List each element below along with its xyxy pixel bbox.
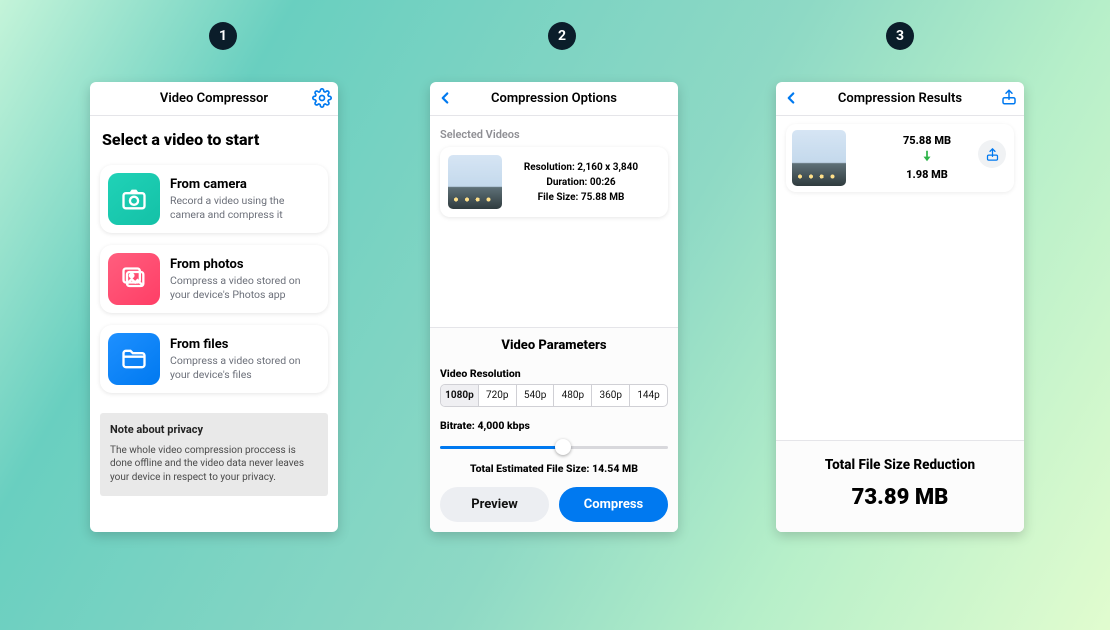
- option-from-camera[interactable]: From camera Record a video using the cam…: [100, 165, 328, 233]
- option-from-files[interactable]: From files Compress a video stored on yo…: [100, 325, 328, 393]
- share-icon[interactable]: [1000, 88, 1018, 110]
- note-title: Note about privacy: [110, 423, 318, 438]
- meta-value: 00:26: [590, 177, 616, 188]
- step-badge-1: 1: [209, 22, 237, 50]
- selected-video-card[interactable]: Resolution: 2,160 x 3,840 Duration: 00:2…: [440, 147, 668, 217]
- step-badge-3: 3: [886, 22, 914, 50]
- video-meta: Resolution: 2,160 x 3,840 Duration: 00:2…: [502, 160, 660, 205]
- video-parameters-panel: Video Parameters Video Resolution 1080p …: [430, 327, 678, 532]
- option-desc: Record a video using the camera and comp…: [170, 194, 320, 220]
- option-title: From files: [170, 337, 320, 352]
- slider-fill: [440, 446, 563, 449]
- bitrate-slider[interactable]: [440, 438, 668, 456]
- summary-label: Total File Size Reduction: [786, 457, 1014, 473]
- resolution-label: Video Resolution: [440, 367, 668, 380]
- panel-title: Video Parameters: [440, 336, 668, 363]
- screen-1: Video Compressor Select a video to start…: [90, 82, 338, 532]
- resolution-option-540p[interactable]: 540p: [517, 385, 555, 406]
- meta-label: Resolution:: [524, 162, 575, 173]
- meta-label: File Size:: [538, 192, 579, 203]
- video-thumbnail: [792, 130, 846, 186]
- option-text: From camera Record a video using the cam…: [160, 177, 320, 220]
- header: Compression Options: [430, 82, 678, 116]
- photos-icon: [108, 253, 160, 305]
- result-summary: Total File Size Reduction 73.89 MB: [776, 440, 1024, 532]
- resolution-option-480p[interactable]: 480p: [554, 385, 592, 406]
- summary-value: 73.89 MB: [786, 485, 1014, 510]
- bitrate-label: Bitrate: 4,000 kbps: [440, 419, 668, 432]
- option-from-photos[interactable]: From photos Compress a video stored on y…: [100, 245, 328, 313]
- back-icon[interactable]: [436, 89, 454, 111]
- compress-button[interactable]: Compress: [559, 487, 668, 522]
- resolution-option-360p[interactable]: 360p: [592, 385, 630, 406]
- meta-value: 2,160 x 3,840: [577, 162, 638, 173]
- estimated-size: Total Estimated File Size: 14.54 MB: [440, 462, 668, 475]
- video-thumbnail: [448, 155, 502, 209]
- step-badge-2: 2: [548, 22, 576, 50]
- resolution-segmented-control[interactable]: 1080p 720p 540p 480p 360p 144p: [440, 384, 668, 407]
- screen-title: Compression Options: [491, 91, 617, 106]
- note-body: The whole video compression proccess is …: [110, 444, 318, 485]
- meta-label: Duration:: [546, 177, 587, 188]
- camera-icon: [108, 173, 160, 225]
- option-title: From camera: [170, 177, 320, 192]
- header: Compression Results: [776, 82, 1024, 116]
- back-icon[interactable]: [782, 89, 800, 111]
- screen-2: Compression Options Selected Videos Reso…: [430, 82, 678, 532]
- share-row-icon[interactable]: [978, 140, 1006, 168]
- screen-title: Video Compressor: [160, 91, 268, 106]
- folder-icon: [108, 333, 160, 385]
- resolution-option-720p[interactable]: 720p: [479, 385, 517, 406]
- preview-button[interactable]: Preview: [440, 487, 549, 522]
- privacy-note: Note about privacy The whole video compr…: [100, 413, 328, 496]
- size-after: 1.98 MB: [846, 168, 1008, 182]
- resolution-option-144p[interactable]: 144p: [630, 385, 667, 406]
- option-text: From files Compress a video stored on yo…: [160, 337, 320, 380]
- screen-title: Compression Results: [838, 91, 962, 106]
- slider-knob[interactable]: [555, 439, 571, 455]
- section-selected-videos: Selected Videos: [430, 116, 678, 147]
- resolution-option-1080p[interactable]: 1080p: [441, 385, 479, 406]
- page-heading: Select a video to start: [90, 116, 338, 159]
- screen-3: Compression Results 75.88 MB 1.98 MB Tot…: [776, 82, 1024, 532]
- option-desc: Compress a video stored on your device's…: [170, 354, 320, 380]
- arrow-down-icon: [920, 149, 934, 163]
- option-title: From photos: [170, 257, 320, 272]
- option-desc: Compress a video stored on your device's…: [170, 274, 320, 300]
- action-buttons: Preview Compress: [440, 487, 668, 522]
- header: Video Compressor: [90, 82, 338, 116]
- gear-icon[interactable]: [312, 88, 332, 112]
- meta-value: 75.88 MB: [581, 192, 624, 203]
- option-text: From photos Compress a video stored on y…: [160, 257, 320, 300]
- result-row: 75.88 MB 1.98 MB: [786, 124, 1014, 192]
